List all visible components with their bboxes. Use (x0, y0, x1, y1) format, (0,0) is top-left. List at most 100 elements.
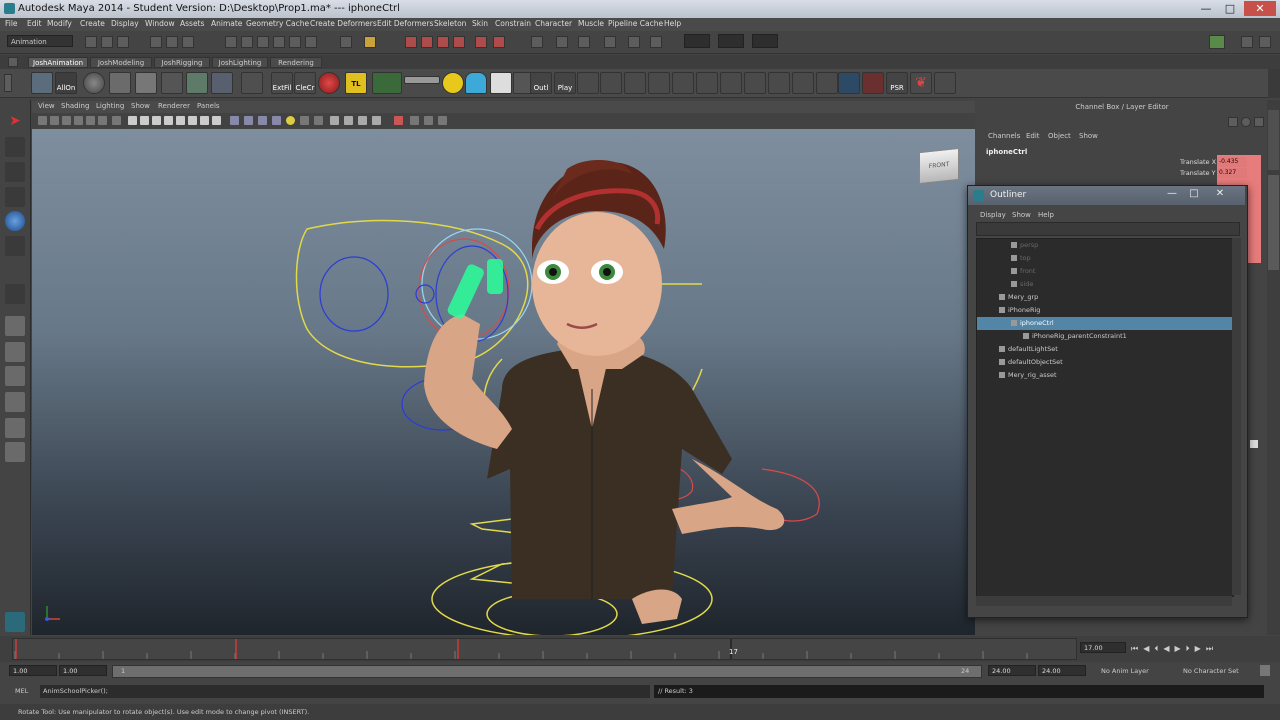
shelf-button-extfil[interactable]: ExtFil (271, 72, 293, 94)
script-editor-icon[interactable] (5, 612, 25, 632)
panel-menu-show[interactable]: Show (131, 102, 150, 110)
panel-menu-view[interactable]: View (38, 102, 55, 110)
select-camera-icon[interactable] (38, 116, 47, 125)
shadows-icon[interactable] (244, 116, 253, 125)
panel-menu-renderer[interactable]: Renderer (158, 102, 190, 110)
flat-shade-icon[interactable] (424, 116, 433, 125)
resolution-gate-icon[interactable] (112, 116, 121, 125)
shelf-tab-joshanimation[interactable]: JoshAnimation (28, 57, 88, 68)
time-ruler[interactable]: 17 (12, 638, 1077, 660)
step-back-key-icon[interactable]: ⏴ (1154, 644, 1163, 653)
maximize-icon[interactable]: □ (1218, 1, 1242, 16)
menu-skin[interactable]: Skin (472, 19, 488, 28)
render-view-icon[interactable] (340, 36, 352, 48)
snap-curve-icon[interactable] (241, 36, 253, 48)
xray-joints-icon[interactable] (330, 116, 339, 125)
snap-point-icon[interactable] (257, 36, 269, 48)
shelf-button-point-constraint-icon[interactable] (696, 72, 718, 94)
safe-title-icon[interactable] (164, 116, 173, 125)
attr-translate-y-label[interactable]: Translate Y (1180, 169, 1216, 177)
outliner-menu-display[interactable]: Display (980, 211, 1006, 219)
show-attribute-editor-right-icon[interactable] (1241, 36, 1253, 48)
shelf-button-axis-icon[interactable] (648, 72, 670, 94)
close-icon[interactable]: ✕ (1244, 1, 1276, 16)
move-tool-icon[interactable] (5, 187, 25, 207)
outliner-item[interactable]: top (977, 252, 1233, 265)
shelf-tab-joshrigging[interactable]: JoshRigging (154, 57, 210, 68)
channel-menu-object[interactable]: Object (1048, 132, 1071, 140)
outliner-vertical-scrollbar[interactable] (1232, 238, 1241, 595)
menu-set-dropdown[interactable]: Animation (7, 35, 73, 47)
paint-select-tool-icon[interactable] (5, 162, 25, 182)
outliner-menu-help[interactable]: Help (1038, 211, 1054, 219)
shelf-button-aim-constraint-icon[interactable] (768, 72, 790, 94)
ipr-icon[interactable] (531, 36, 543, 48)
menu-window[interactable]: Window (145, 19, 175, 28)
show-modeling-toolkit-icon[interactable] (1209, 35, 1225, 49)
film-gate-icon[interactable] (98, 116, 107, 125)
shelf-button-pacman-icon[interactable] (442, 72, 464, 94)
play-backward-icon[interactable]: ◀ (1163, 644, 1174, 653)
menu-edit[interactable]: Edit (27, 19, 42, 28)
bookmark-icon[interactable] (62, 116, 71, 125)
render-globals-icon[interactable] (437, 36, 449, 48)
outliner-horizontal-scrollbar[interactable] (976, 596, 1232, 606)
shelf-scroll[interactable] (1268, 69, 1280, 98)
open-scene-icon[interactable] (101, 36, 113, 48)
selected-object-name[interactable]: iphoneCtrl (986, 148, 1027, 156)
shelf-button-pose-icon[interactable] (862, 72, 884, 94)
perspective-viewport[interactable]: FRONT (32, 129, 975, 635)
image-plane-icon[interactable] (74, 116, 83, 125)
command-language-label[interactable]: MEL (15, 687, 28, 695)
menu-file[interactable]: File (5, 19, 18, 28)
viewcube[interactable]: FRONT (919, 147, 959, 185)
shelf-button-record-icon[interactable] (318, 72, 340, 94)
go-to-start-icon[interactable]: ⏮ (1131, 644, 1143, 653)
attr-translate-y-value[interactable]: 0.327 (1217, 168, 1247, 178)
outliner-item[interactable]: Mery_rig_asset (977, 369, 1233, 382)
channel-box-help-icon[interactable] (1241, 117, 1251, 127)
outliner-item[interactable]: side (977, 278, 1233, 291)
render-icon[interactable] (493, 36, 505, 48)
shelf-button-clip-icon[interactable] (241, 72, 263, 94)
select-hierarchy-icon[interactable] (150, 36, 162, 48)
light-icon[interactable] (286, 116, 295, 125)
new-scene-icon[interactable] (85, 36, 97, 48)
render-settings-icon[interactable] (453, 36, 465, 48)
shelf-tab-rendering[interactable]: Rendering (270, 57, 322, 68)
menu-pipeline-cache[interactable]: Pipeline Cache (608, 19, 663, 28)
transform-x-field[interactable] (684, 34, 710, 48)
outliner-item[interactable]: iphoneCtrl (977, 317, 1233, 330)
outliner-item[interactable]: iPhoneRig_parentConstraint1 (977, 330, 1233, 343)
shelf-button-grid-icon[interactable] (109, 72, 131, 94)
shelf-button-mirror-icon[interactable] (624, 72, 646, 94)
shelf-button-tween-icon[interactable] (372, 72, 402, 94)
shelf-button-constraint-icon[interactable] (672, 72, 694, 94)
show-channel-box-right-icon[interactable] (1259, 36, 1271, 48)
outliner-item[interactable]: defaultLightSet (977, 343, 1233, 356)
outliner-item[interactable]: defaultObjectSet (977, 356, 1233, 369)
menu-create[interactable]: Create (80, 19, 105, 28)
transform-y-field[interactable] (718, 34, 744, 48)
attr-translate-x-label[interactable]: Translate X (1180, 158, 1216, 166)
isolate-select-icon[interactable] (300, 116, 309, 125)
persp-outliner-layout-icon[interactable] (5, 366, 25, 386)
attr-translate-x-value[interactable]: -0.435 (1217, 157, 1247, 167)
depth-peel-icon[interactable] (372, 116, 381, 125)
channel-box-float-icon[interactable] (1254, 117, 1264, 127)
shelf-button-character-icon[interactable] (838, 72, 860, 94)
shelf-button-joint-icon[interactable] (577, 72, 599, 94)
step-forward-frame-icon[interactable]: ▶ (1195, 644, 1206, 653)
shelf-tab-joshmodeling[interactable]: JoshModeling (90, 57, 152, 68)
menu-skeleton[interactable]: Skeleton (434, 19, 466, 28)
rotate-tool-icon[interactable] (5, 211, 25, 231)
use-all-lights-icon[interactable] (230, 116, 239, 125)
menu-character[interactable]: Character (535, 19, 572, 28)
command-input[interactable]: AnimSchoolPicker(); (40, 685, 650, 698)
shelf-button-scale-constraint-icon[interactable] (744, 72, 766, 94)
menu-edit-deformers[interactable]: Edit Deformers (377, 19, 433, 28)
menu-display[interactable]: Display (111, 19, 139, 28)
animation-end-field[interactable]: 24.00 (1038, 665, 1086, 676)
menu-modify[interactable]: Modify (47, 19, 72, 28)
layout-icon[interactable] (628, 36, 640, 48)
